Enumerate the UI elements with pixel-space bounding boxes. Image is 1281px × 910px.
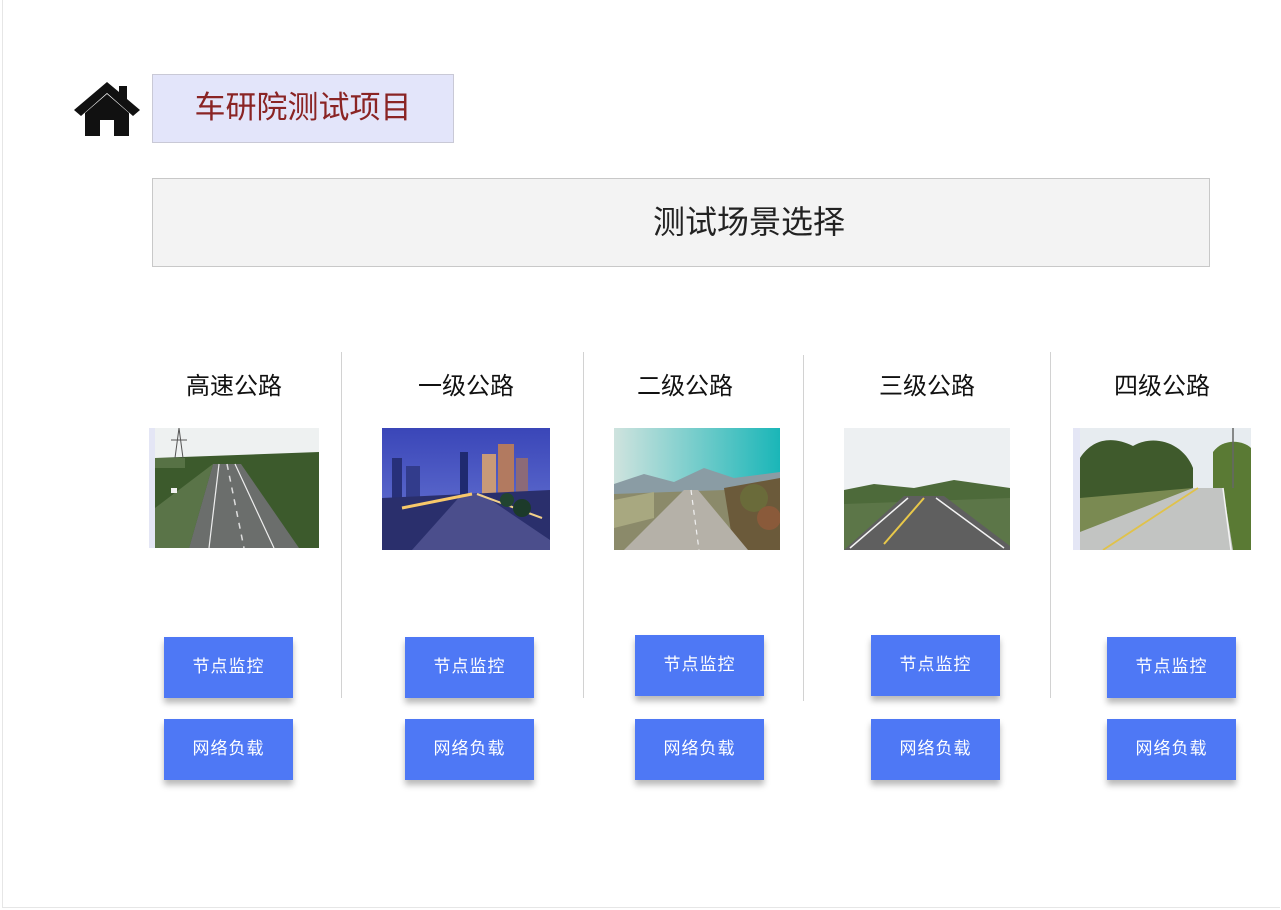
first-class-road-photo[interactable]	[382, 428, 550, 550]
third-class-road-photo[interactable]	[844, 428, 1010, 550]
network-load-button-fourth-class-road[interactable]: 网络负载	[1107, 719, 1236, 780]
column-divider	[803, 355, 804, 701]
highway-photo[interactable]	[149, 428, 319, 548]
node-monitor-button-fourth-class-road[interactable]: 节点监控	[1107, 637, 1236, 698]
column-title-highway: 高速公路	[186, 372, 282, 400]
project-title: 车研院测试项目	[152, 74, 454, 143]
column-divider	[1050, 352, 1051, 698]
column-title-third-class-road: 三级公路	[879, 372, 975, 400]
node-monitor-button-second-class-road[interactable]: 节点监控	[635, 635, 764, 696]
node-monitor-button-third-class-road[interactable]: 节点监控	[871, 635, 1000, 696]
home-icon[interactable]	[72, 80, 142, 138]
column-divider	[341, 352, 342, 698]
network-load-button-highway[interactable]: 网络负载	[164, 719, 293, 780]
network-load-button-second-class-road[interactable]: 网络负载	[635, 719, 764, 780]
column-title-second-class-road: 二级公路	[637, 372, 733, 400]
fourth-class-road-photo[interactable]	[1073, 428, 1251, 550]
scene-selection-header: 测试场景选择	[152, 178, 1210, 267]
node-monitor-button-first-class-road[interactable]: 节点监控	[405, 637, 534, 698]
column-divider	[583, 352, 584, 698]
node-monitor-button-highway[interactable]: 节点监控	[164, 637, 293, 698]
second-class-road-photo[interactable]	[614, 428, 780, 550]
network-load-button-first-class-road[interactable]: 网络负载	[405, 719, 534, 780]
column-title-first-class-road: 一级公路	[418, 372, 514, 400]
network-load-button-third-class-road[interactable]: 网络负载	[871, 719, 1000, 780]
column-title-fourth-class-road: 四级公路	[1114, 372, 1210, 400]
